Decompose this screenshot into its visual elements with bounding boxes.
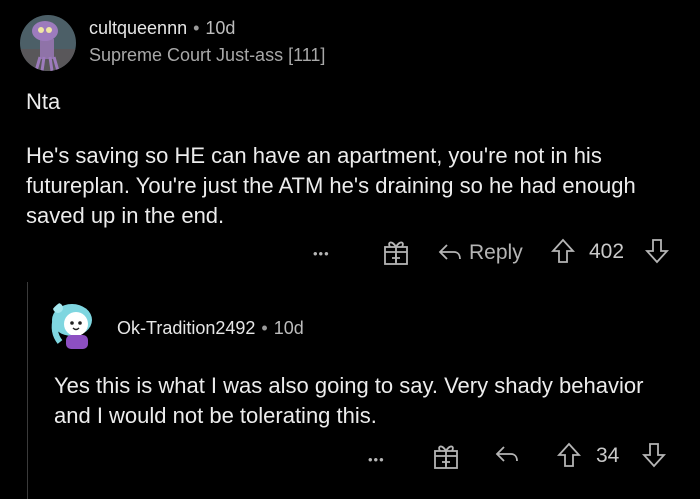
reply-username[interactable]: Ok-Tradition2492 xyxy=(117,318,255,338)
upvote-icon xyxy=(551,238,575,263)
reply-label: Reply xyxy=(469,241,523,264)
more-icon: ••• xyxy=(368,451,385,467)
more-icon: ••• xyxy=(313,245,330,261)
downvote-icon xyxy=(645,239,669,264)
reply-icon xyxy=(495,446,518,462)
reply-score: 34 xyxy=(596,444,620,467)
reply-meta: Ok-Tradition2492 • 10d xyxy=(117,318,304,339)
avatar-ok-tradition2492[interactable] xyxy=(46,298,106,358)
upvote-button[interactable] xyxy=(557,442,581,468)
meta-separator: • xyxy=(193,18,200,38)
reply-text: Yes this is what I was also going to say… xyxy=(54,373,644,428)
more-options-button[interactable]: ••• xyxy=(368,444,385,474)
upvote-button[interactable] xyxy=(551,238,575,264)
upvote-icon xyxy=(557,442,581,467)
more-options-button[interactable]: ••• xyxy=(313,238,330,268)
reply-button[interactable] xyxy=(494,444,520,466)
reply-age: 10d xyxy=(273,318,304,338)
comment-score: 402 xyxy=(589,240,625,263)
downvote-button[interactable] xyxy=(645,238,669,264)
comment-meta: cultqueennn • 10d xyxy=(89,18,235,39)
comment-text-paragraph-2: He's saving so HE can have an apartment,… xyxy=(26,143,636,228)
reply-button[interactable]: Reply xyxy=(437,238,523,268)
comment-username[interactable]: cultqueennn xyxy=(89,18,187,38)
downvote-button[interactable] xyxy=(642,442,666,468)
comment-age: 10d xyxy=(205,18,236,38)
user-flair: Supreme Court Just-ass [111] xyxy=(89,45,326,65)
downvote-icon xyxy=(642,443,666,468)
thread-line[interactable] xyxy=(27,282,28,499)
award-button[interactable] xyxy=(383,238,409,266)
gift-icon xyxy=(384,241,408,265)
reply-icon xyxy=(438,244,461,260)
gift-icon xyxy=(434,445,458,469)
avatar-cultqueennn[interactable] xyxy=(20,15,76,71)
meta-separator: • xyxy=(261,318,268,338)
comment-text-line-1: Nta xyxy=(26,89,61,114)
award-button[interactable] xyxy=(433,442,459,470)
